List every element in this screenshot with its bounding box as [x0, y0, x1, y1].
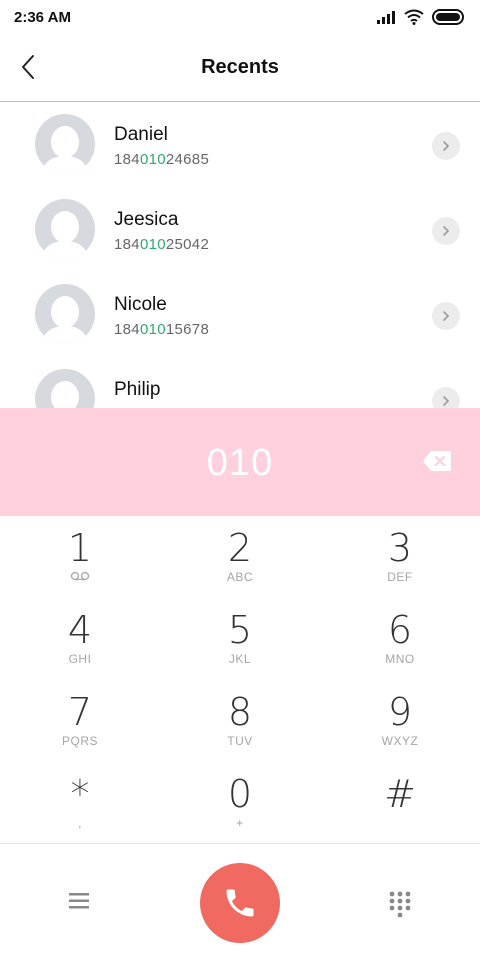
key-digit: 9	[387, 690, 413, 734]
contact-detail-button[interactable]	[432, 217, 460, 245]
number-suffix: 24685	[165, 151, 210, 168]
key-letters: JKL	[228, 652, 252, 666]
chevron-right-icon	[443, 396, 450, 406]
person-icon	[41, 211, 89, 259]
menu-icon	[69, 893, 89, 909]
contact-row[interactable]: Nicole 18401015678	[0, 272, 480, 357]
key-digit: 5	[227, 608, 253, 652]
number-prefix: 184	[114, 236, 140, 253]
backspace-icon	[423, 451, 451, 471]
key-6[interactable]: 6 MNO	[320, 598, 480, 680]
person-icon	[41, 296, 89, 344]
key-letters: ,	[78, 816, 82, 830]
key-star[interactable]: * ,	[0, 762, 160, 844]
key-digit: *	[70, 772, 90, 816]
key-9[interactable]: 9 WXYZ	[320, 680, 480, 762]
page-title: Recents	[201, 56, 279, 78]
call-button[interactable]	[200, 863, 280, 943]
key-0[interactable]: 0 +	[160, 762, 320, 844]
key-digit: 1	[67, 526, 93, 570]
voicemail-icon	[70, 571, 90, 581]
key-letters	[70, 570, 90, 586]
wifi-icon	[404, 9, 424, 25]
chevron-right-icon	[443, 311, 450, 321]
bottom-bar	[0, 845, 480, 960]
key-digit: 7	[67, 690, 93, 734]
key-digit: 0	[227, 772, 253, 816]
key-digit: 8	[227, 690, 253, 734]
number-prefix: 184	[114, 151, 140, 168]
key-letters: TUV	[227, 734, 253, 748]
key-letters: DEF	[387, 570, 413, 584]
key-digit: 2	[227, 526, 253, 570]
number-suffix: 15678	[165, 321, 210, 338]
status-icons	[376, 9, 466, 25]
number-match: 010	[139, 151, 166, 168]
key-digit: 3	[387, 526, 413, 570]
key-8[interactable]: 8 TUV	[160, 680, 320, 762]
key-hash[interactable]: #	[320, 762, 480, 844]
status-time: 2:36 AM	[14, 8, 71, 26]
person-icon	[51, 381, 79, 408]
dial-display: 010	[0, 408, 480, 516]
avatar	[35, 199, 95, 259]
key-2[interactable]: 2 ABC	[160, 516, 320, 598]
number-suffix: 25042	[165, 236, 210, 253]
key-letters: MNO	[385, 652, 415, 666]
key-3[interactable]: 3 DEF	[320, 516, 480, 598]
backspace-button[interactable]	[422, 450, 452, 472]
dialpad-icon	[389, 891, 411, 918]
contact-row[interactable]: Jeesica 18401025042	[0, 187, 480, 272]
chevron-right-icon	[443, 141, 450, 151]
key-letters: +	[236, 816, 244, 830]
contact-name: Daniel	[114, 124, 168, 145]
avatar	[35, 114, 95, 174]
chevron-right-icon	[443, 226, 450, 236]
signal-icon	[377, 11, 395, 24]
key-digit: #	[384, 772, 416, 816]
contact-number: 18401015678	[114, 321, 209, 338]
key-4[interactable]: 4 GHI	[0, 598, 160, 680]
contact-row[interactable]: Daniel 18401024685	[0, 102, 480, 187]
key-digit: 6	[387, 608, 413, 652]
key-digit: 4	[67, 608, 93, 652]
key-letters: WXYZ	[381, 734, 419, 748]
recents-list: Daniel 18401024685 Jeesica 18401025042 N…	[0, 102, 480, 408]
avatar	[35, 369, 95, 408]
contact-name: Nicole	[114, 294, 167, 315]
number-match: 010	[139, 321, 166, 338]
status-bar: 2:36 AM	[0, 0, 480, 34]
avatar	[35, 284, 95, 344]
contact-name: Philip	[114, 379, 161, 400]
contact-number: 18401025042	[114, 236, 209, 253]
dialed-number: 010	[206, 442, 274, 484]
dialpad-button[interactable]	[386, 889, 414, 919]
number-match: 010	[139, 236, 166, 253]
phone-icon	[226, 889, 254, 917]
key-1[interactable]: 1	[0, 516, 160, 598]
battery-icon	[432, 9, 464, 25]
contact-detail-button[interactable]	[432, 387, 460, 408]
header: Recents	[0, 34, 480, 102]
contact-detail-button[interactable]	[432, 302, 460, 330]
contact-name: Jeesica	[114, 209, 179, 230]
key-letters: PQRS	[61, 734, 98, 748]
key-5[interactable]: 5 JKL	[160, 598, 320, 680]
key-7[interactable]: 7 PQRS	[0, 680, 160, 762]
key-letters: GHI	[68, 652, 92, 666]
keypad: 1 2 ABC 3 DEF 4 GHI 5 JKL 6 MNO 7 PQRS 8…	[0, 516, 480, 844]
number-prefix: 184	[114, 321, 140, 338]
contact-number: 18401024685	[114, 151, 209, 168]
key-letters: ABC	[226, 570, 254, 584]
menu-button[interactable]	[66, 889, 94, 913]
contact-row[interactable]: Philip	[0, 357, 480, 408]
contact-detail-button[interactable]	[432, 132, 460, 160]
person-icon	[41, 126, 89, 174]
